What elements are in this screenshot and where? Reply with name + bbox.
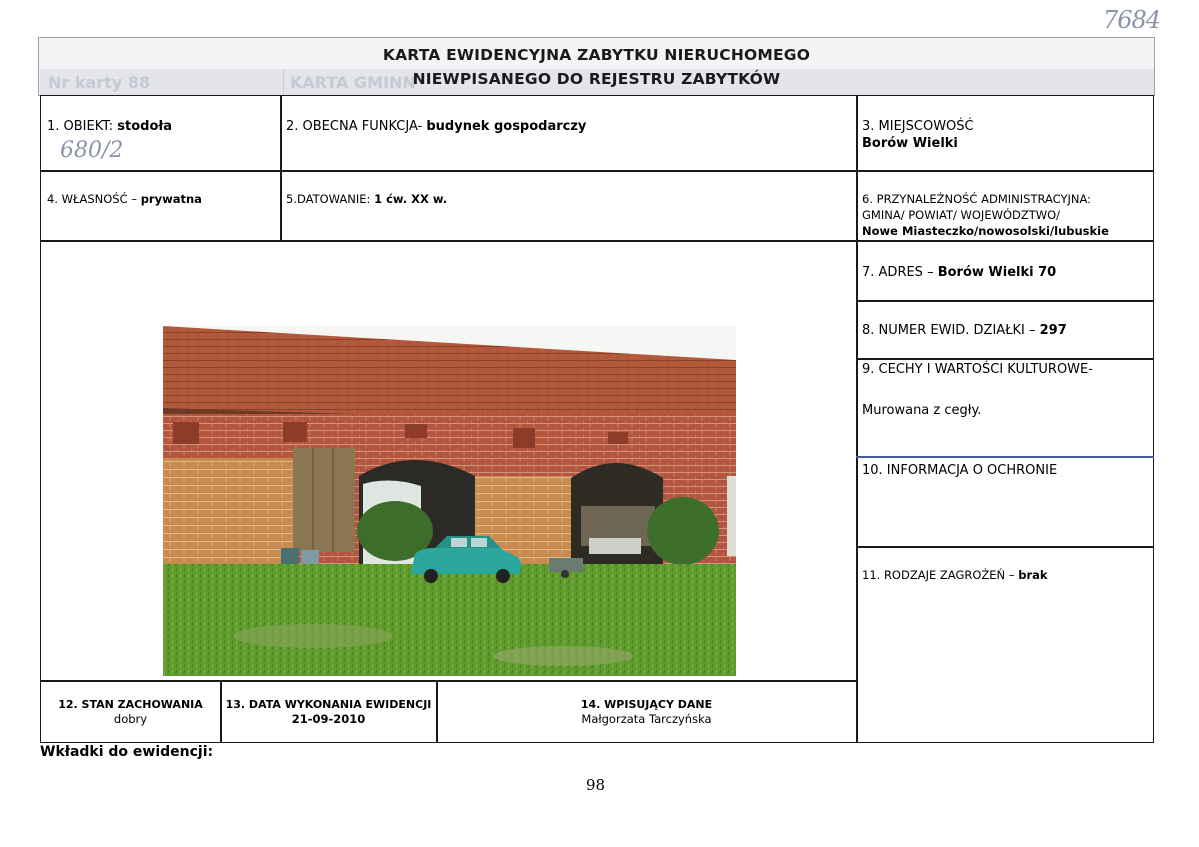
- page-number: 98: [586, 776, 606, 794]
- barn-photo: [163, 326, 736, 676]
- field-threats-value: brak: [1018, 568, 1048, 582]
- handwritten-registry-number: 7684: [1103, 6, 1161, 34]
- field-record-date: 13. DATA WYKONANIA EWIDENCJI 21-09-2010: [225, 698, 432, 726]
- field-ownership-value: prywatna: [140, 192, 202, 206]
- field-current-function: 2. OBECNA FUNKCJA- budynek gospodarczy: [286, 119, 587, 134]
- field-locality: 3. MIEJSCOWOŚĆ Borów Wielki: [862, 119, 974, 151]
- inserts-label: Wkładki do ewidencji:: [40, 744, 214, 760]
- field-dating: 5.DATOWANIE: 1 ćw. XX w.: [286, 192, 448, 206]
- field-dating-value: 1 ćw. XX w.: [374, 192, 448, 206]
- handwritten-object-annotation: 680/2: [60, 138, 124, 163]
- field-parcel-number: 8. NUMER EWID. DZIAŁKI – 297: [862, 323, 1067, 338]
- field-administrative-value: Nowe Miasteczko/nowosolski/lubuskie: [862, 224, 1109, 238]
- field-address: 7. ADRES – Borów Wielki 70: [862, 265, 1057, 280]
- field-protection-info: 10. INFORMACJA O OCHRONIE: [862, 463, 1058, 478]
- field-address-value: Borów Wielki 70: [937, 265, 1057, 280]
- field-object-value: stodoła: [117, 119, 172, 134]
- field-threats: 11. RODZAJE ZAGROŻEŃ – brak: [862, 568, 1048, 582]
- field-cultural-values-text: Murowana z cegły.: [862, 403, 982, 418]
- field-current-function-value: budynek gospodarczy: [426, 119, 587, 134]
- field-condition: 12. STAN ZACHOWANIA dobry: [58, 698, 203, 726]
- card-title-line-2: NIEWPISANEGO DO REJESTRU ZABYTKÓW: [412, 70, 781, 88]
- field-condition-value: dobry: [113, 712, 148, 726]
- field-object: 1. OBIEKT: stodoła: [47, 119, 172, 134]
- card-title-line-1: KARTA EWIDENCYJNA ZABYTKU NIERUCHOMEGO: [382, 46, 811, 64]
- field-author: 14. WPISUJĄCY DANE Małgorzata Tarczyńska: [580, 698, 713, 726]
- field-cultural-values: 9. CECHY I WARTOŚCI KULTUROWE-: [862, 362, 1093, 377]
- field-record-date-value: 21-09-2010: [291, 712, 366, 726]
- document-page: { "handwritten": { "top_number": "7684",…: [0, 0, 1199, 847]
- field-administrative-affiliation: 6. PRZYNALEŻNOŚĆ ADMINISTRACYJNA: GMINA/…: [862, 192, 1109, 238]
- field-parcel-number-value: 297: [1039, 323, 1067, 338]
- field-ownership: 4. WŁASNOŚĆ – prywatna: [47, 192, 202, 206]
- field-author-value: Małgorzata Tarczyńska: [581, 712, 712, 726]
- field-locality-value: Borów Wielki: [862, 136, 958, 151]
